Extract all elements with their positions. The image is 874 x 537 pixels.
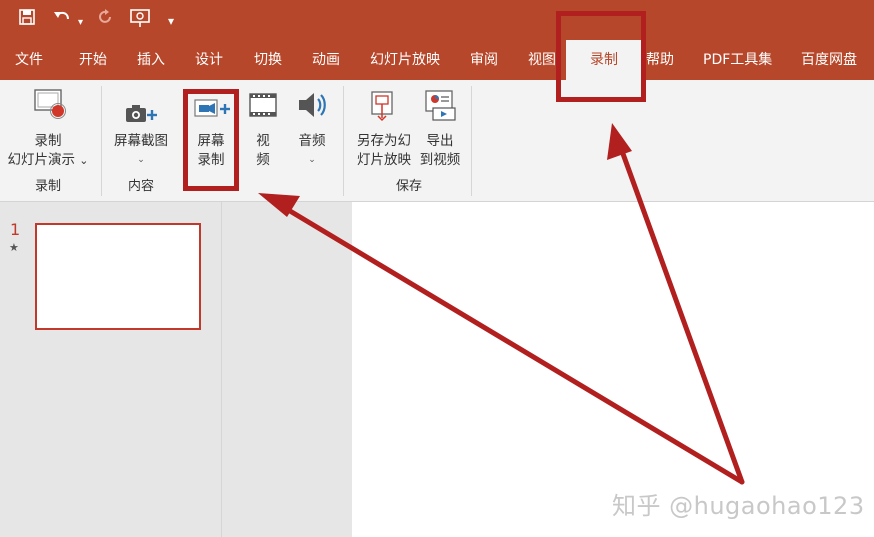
arrow-to-recording-tab [615,137,745,485]
arrowhead-recording-tab [607,123,632,160]
annotation-arrows [258,123,745,485]
arrow-to-screen-recording [277,202,745,485]
watermark: 知乎 @hugaohao123 [612,492,865,520]
